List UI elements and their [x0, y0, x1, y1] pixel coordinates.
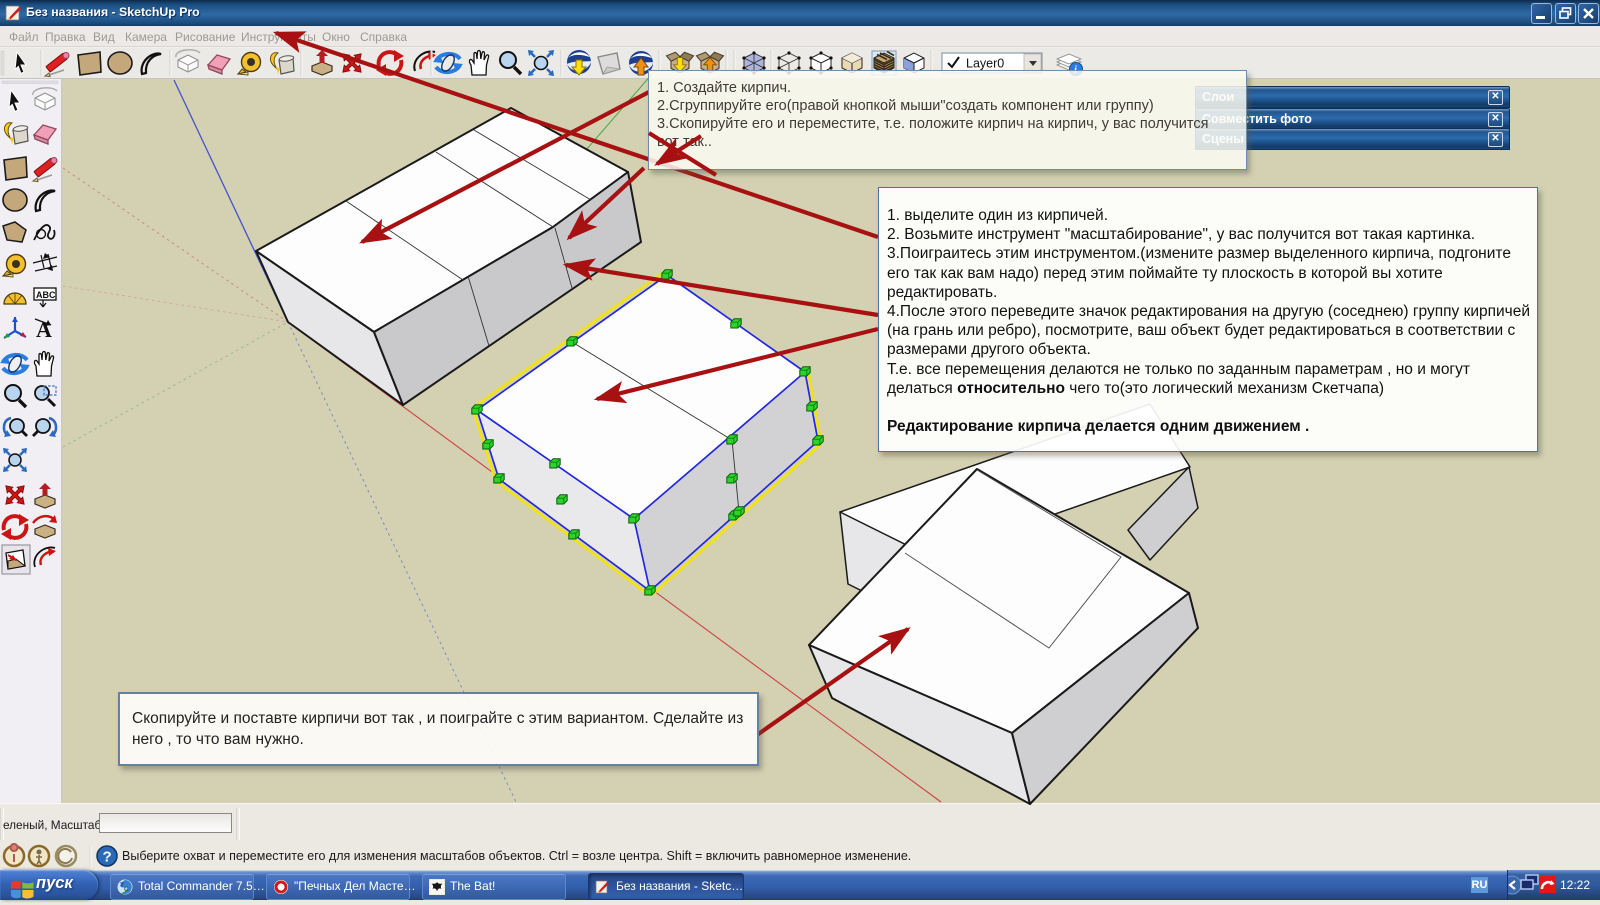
svg-text:12:22: 12:22	[1560, 878, 1590, 892]
svg-text:Layer0: Layer0	[966, 57, 1004, 71]
svg-text:C: C	[124, 886, 129, 893]
svg-text:ABC: ABC	[36, 290, 56, 300]
svg-text:?: ?	[103, 849, 112, 866]
